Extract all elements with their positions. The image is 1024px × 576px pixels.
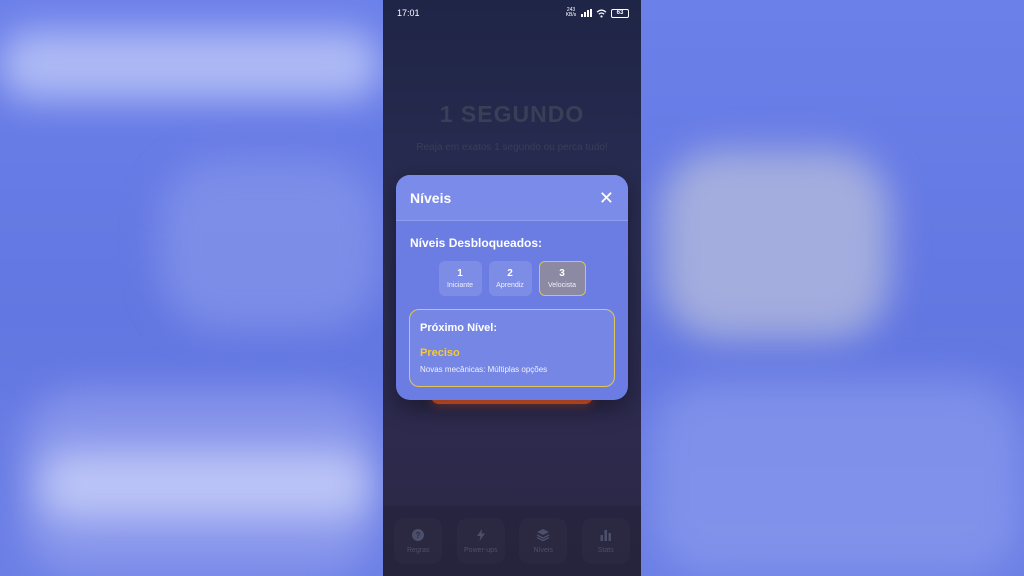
blurred-shape <box>160 160 380 330</box>
level-card[interactable]: 1 Iniciante <box>438 261 482 296</box>
phone-screen: 17:01 243 KB/s 63 1 SEGUNDO Reaja em exa… <box>383 0 641 576</box>
level-number: 2 <box>507 268 513 279</box>
modal-title: Níveis <box>410 189 452 206</box>
level-name: Velocista <box>547 282 577 289</box>
close-button[interactable]: ✕ <box>599 189 614 207</box>
blurred-shape <box>40 450 370 520</box>
level-number: 1 <box>457 268 463 279</box>
blurred-shape <box>660 150 890 340</box>
unlocked-levels-label: Níveis Desbloqueados: <box>410 236 543 250</box>
unlocked-levels-list: 1 Iniciante 2 Aprendiz 3 Velocista <box>396 261 628 296</box>
blurred-shape <box>0 30 380 100</box>
level-number: 3 <box>559 268 565 279</box>
level-name: Iniciante <box>446 282 474 289</box>
levels-modal: Níveis ✕ Níveis Desbloqueados: 1 Inician… <box>396 175 628 400</box>
level-card-current[interactable]: 3 Velocista <box>538 261 586 296</box>
modal-header: Níveis ✕ <box>396 175 628 221</box>
blurred-shape <box>650 380 1024 576</box>
level-card[interactable]: 2 Aprendiz <box>488 261 532 296</box>
next-level-name: Preciso <box>420 347 460 359</box>
level-name: Aprendiz <box>496 282 524 289</box>
next-level-card: Próximo Nível: Preciso Novas mecânicas: … <box>409 309 615 387</box>
next-level-description: Novas mecânicas: Múltiplas opções <box>420 365 548 374</box>
next-level-label: Próximo Nível: <box>420 322 498 334</box>
